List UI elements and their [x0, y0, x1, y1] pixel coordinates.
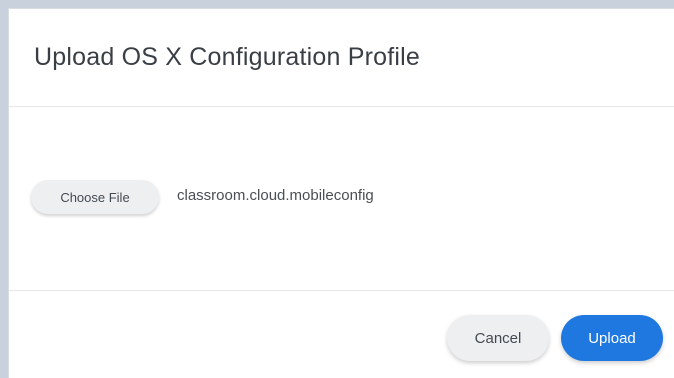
cancel-button[interactable]: Cancel [447, 315, 549, 361]
choose-file-button[interactable]: Choose File [31, 180, 159, 214]
dialog-body: Choose File classroom.cloud.mobileconfig [9, 107, 674, 291]
upload-profile-dialog: Upload OS X Configuration Profile Choose… [8, 8, 674, 378]
selected-file-name: classroom.cloud.mobileconfig [177, 187, 374, 204]
dialog-title: Upload OS X Configuration Profile [34, 43, 420, 71]
dialog-footer: Cancel Upload [9, 291, 674, 377]
upload-button[interactable]: Upload [561, 315, 663, 361]
dialog-header: Upload OS X Configuration Profile [9, 9, 674, 107]
